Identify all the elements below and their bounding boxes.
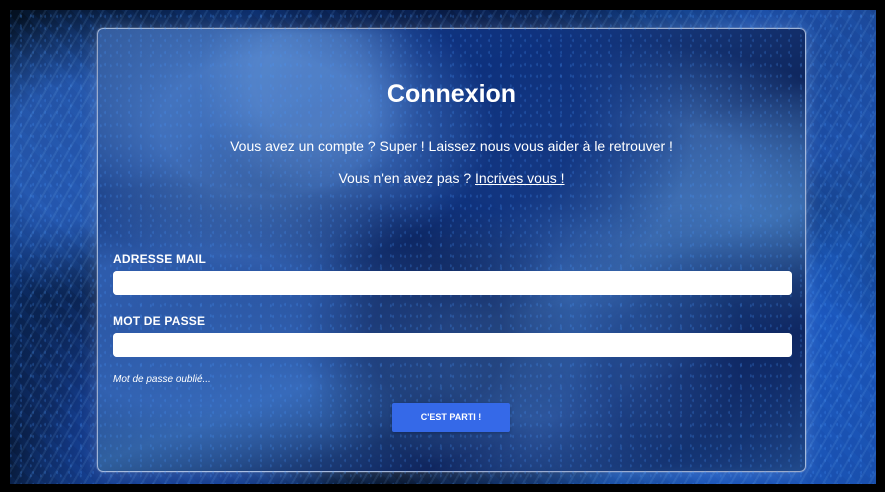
login-intro-text: Vous avez un compte ? Super ! Laissez no… (230, 138, 673, 154)
page-frame: Connexion Vous avez un compte ? Super ! … (10, 10, 876, 484)
email-label: ADRESSE MAIL (113, 252, 207, 266)
signup-prompt: Vous n'en avez pas ? Incrives vous ! (98, 171, 805, 185)
signup-link[interactable]: Incrives vous ! (475, 170, 564, 186)
signup-prompt-text: Vous n'en avez pas ? (338, 170, 476, 186)
submit-button[interactable]: C'EST PARTI ! (392, 403, 510, 432)
login-content: Connexion Vous avez un compte ? Super ! … (98, 29, 805, 471)
page-title: Connexion (386, 80, 517, 108)
forgot-password-link[interactable]: Mot de passe oublié... (113, 375, 211, 385)
email-field[interactable] (113, 271, 792, 295)
login-card: Connexion Vous avez un compte ? Super ! … (97, 28, 806, 472)
password-label: MOT DE PASSE (113, 314, 206, 328)
password-field[interactable] (113, 333, 792, 357)
